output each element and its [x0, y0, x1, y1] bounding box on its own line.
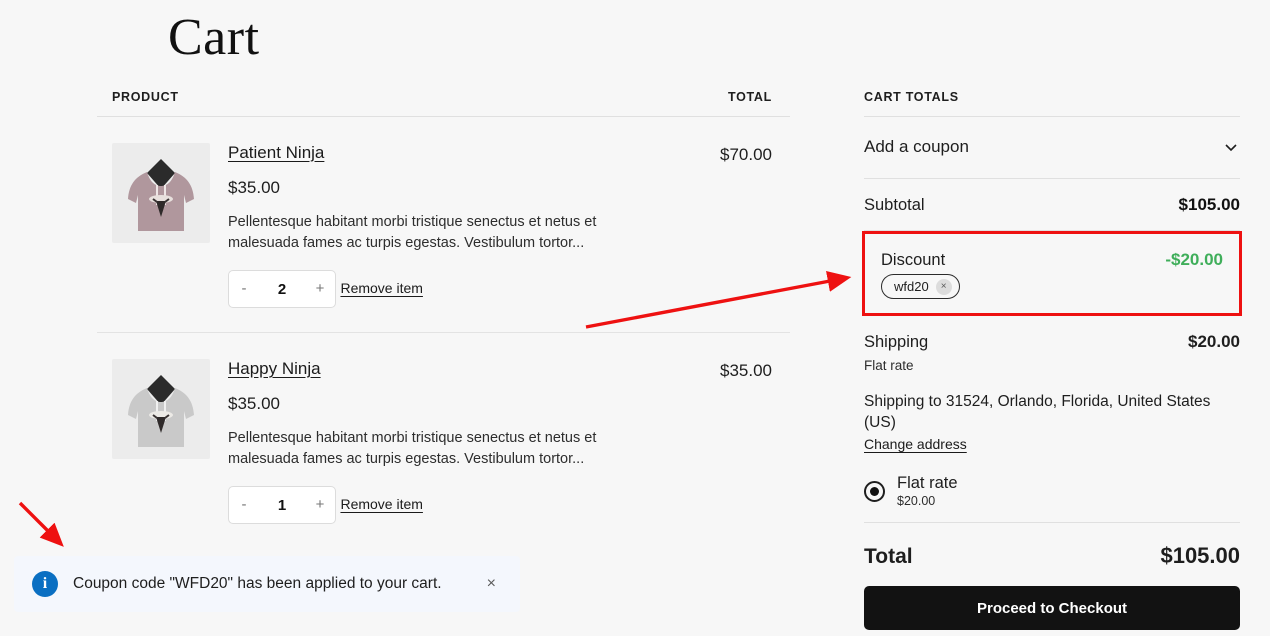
discount-row: Discount -$20.00 — [881, 234, 1223, 274]
subtotal-label: Subtotal — [864, 196, 925, 214]
shipping-method-name: Flat rate — [864, 358, 914, 373]
quantity-increase-button[interactable]: + — [305, 487, 335, 523]
product-description: Pellentesque habitant morbi tristique se… — [228, 430, 597, 467]
coupon-chip-label: wfd20 — [894, 279, 929, 294]
order-total-row: Total $105.00 — [864, 523, 1240, 586]
product-line-total: $70.00 — [720, 145, 772, 164]
change-address-link[interactable]: Change address — [864, 436, 967, 452]
subtotal-value: $105.00 — [1178, 195, 1240, 214]
shipping-row: Shipping $20.00 — [864, 332, 1240, 352]
shipping-rate-text: Flat rate $20.00 — [897, 474, 958, 508]
quantity-decrease-button[interactable]: - — [229, 271, 259, 307]
discount-value: -$20.00 — [1165, 250, 1223, 269]
discount-label: Discount — [881, 251, 946, 269]
shipping-rate-price: $20.00 — [897, 494, 936, 508]
product-unit-price: $35.00 — [228, 394, 280, 413]
quantity-decrease-button[interactable]: - — [229, 487, 259, 523]
proceed-to-checkout-button[interactable]: Proceed to Checkout — [864, 586, 1240, 630]
cart-items-table: PRODUCT TOTAL Patient Ninja $35.00 Pelle… — [97, 90, 790, 548]
product-name-link[interactable]: Happy Ninja — [228, 359, 321, 379]
quantity-value[interactable]: 1 — [278, 497, 286, 514]
cart-page: Cart PRODUCT TOTAL Patient Ninja $35.00 … — [0, 0, 1270, 636]
quantity-increase-button[interactable]: + — [305, 271, 335, 307]
product-name-link[interactable]: Patient Ninja — [228, 143, 324, 163]
product-unit-price: $35.00 — [228, 178, 280, 197]
product-thumbnail[interactable] — [112, 143, 210, 243]
items-table-header: PRODUCT TOTAL — [97, 90, 790, 117]
info-icon: i — [32, 571, 58, 597]
remove-coupon-icon[interactable]: × — [935, 278, 952, 295]
cart-totals-panel: CART TOTALS Add a coupon Subtotal $105.0… — [862, 90, 1242, 630]
chevron-down-icon[interactable] — [1222, 138, 1240, 156]
shipping-value: $20.00 — [1188, 332, 1240, 351]
discount-highlight-box: Discount -$20.00 wfd20 × — [862, 231, 1242, 316]
table-row: Patient Ninja $35.00 Pellentesque habita… — [97, 117, 790, 333]
annotation-arrow-to-toast — [18, 501, 64, 547]
product-thumbnail[interactable] — [112, 359, 210, 459]
shipping-label: Shipping — [864, 333, 929, 351]
product-info: Happy Ninja $35.00 Pellentesque habitant… — [210, 359, 670, 524]
shipping-rate-name: Flat rate — [897, 474, 958, 492]
coupon-chip[interactable]: wfd20 × — [881, 274, 960, 299]
product-line-total: $35.00 — [720, 361, 772, 380]
hoodie-image — [128, 159, 194, 231]
total-value: $105.00 — [1160, 543, 1240, 568]
column-header-total: TOTAL — [727, 90, 772, 104]
page-title: Cart — [168, 9, 260, 66]
close-icon[interactable]: × — [487, 575, 504, 593]
toast-message: Coupon code "WFD20" has been applied to … — [73, 575, 442, 592]
shipping-section: Shipping $20.00 Flat rate Shipping to 31… — [864, 316, 1240, 523]
remove-item-link[interactable]: Remove item — [340, 496, 422, 512]
add-coupon-toggle[interactable]: Add a coupon — [864, 117, 1240, 179]
radio-selected-icon[interactable] — [864, 480, 885, 502]
subtotal-row: Subtotal $105.00 — [864, 179, 1240, 231]
hoodie-image — [128, 375, 194, 447]
column-header-product: PRODUCT — [112, 90, 179, 104]
toast-notification: i Coupon code "WFD20" has been applied t… — [14, 556, 520, 612]
remove-item-link[interactable]: Remove item — [340, 280, 422, 296]
total-label: Total — [864, 545, 913, 568]
product-info: Patient Ninja $35.00 Pellentesque habita… — [210, 143, 670, 308]
shipping-rate-option[interactable]: Flat rate $20.00 — [864, 474, 1240, 508]
quantity-stepper[interactable]: - 2 + — [228, 270, 336, 308]
quantity-value[interactable]: 2 — [278, 281, 286, 298]
quantity-stepper[interactable]: - 1 + — [228, 486, 336, 524]
shipping-destination: Shipping to 31524, Orlando, Florida, Uni… — [864, 393, 1211, 431]
product-description: Pellentesque habitant morbi tristique se… — [228, 214, 597, 251]
add-coupon-label: Add a coupon — [864, 137, 969, 156]
cart-totals-title: CART TOTALS — [864, 90, 1240, 117]
table-row: Happy Ninja $35.00 Pellentesque habitant… — [97, 333, 790, 548]
